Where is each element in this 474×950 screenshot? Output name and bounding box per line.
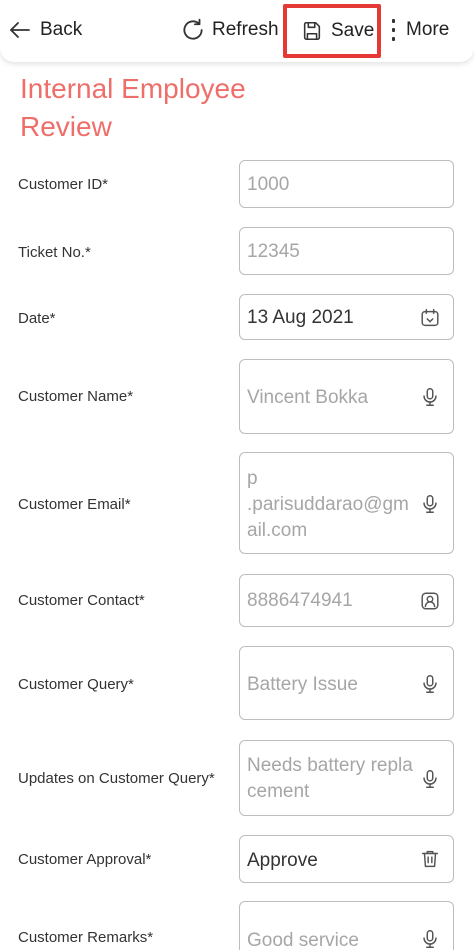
customer-query-value: Battery Issue (247, 674, 358, 695)
customer-remarks-value: Good service (247, 930, 359, 950)
customer-contact-field[interactable]: 8886474941 (239, 574, 454, 627)
date-value: 13 Aug 2021 (247, 307, 354, 328)
microphone-icon[interactable] (419, 493, 441, 515)
customer-id-value: 1000 (247, 174, 290, 195)
page-title: Internal Employee Review (20, 73, 246, 142)
microphone-icon[interactable] (419, 386, 441, 408)
customer-name-value: Vincent Bokka (247, 387, 369, 408)
date-label: Date* (18, 310, 56, 327)
back-label: Back (40, 19, 83, 40)
form-row-customer-contact: Customer Contact* 8886474941 (0, 574, 474, 627)
date-field[interactable]: 13 Aug 2021 (239, 294, 454, 340)
form-row-customer-name: Customer Name* Vincent Bokka (0, 359, 474, 434)
contact-icon[interactable] (419, 590, 441, 612)
customer-query-label: Customer Query* (18, 676, 134, 693)
form-row-customer-remarks: Customer Remarks* Good service (0, 901, 474, 950)
microphone-icon[interactable] (419, 928, 441, 950)
form-row-customer-email: Customer Email* p .parisuddarao@gmail.co… (0, 452, 474, 554)
ticket-no-field[interactable]: 12345 (239, 227, 454, 275)
trash-icon[interactable] (419, 848, 441, 870)
save-button[interactable]: Save (283, 4, 381, 58)
customer-contact-label: Customer Contact* (18, 592, 145, 609)
microphone-icon[interactable] (419, 673, 441, 695)
refresh-icon (183, 18, 203, 40)
back-button[interactable]: Back (8, 0, 82, 60)
more-button[interactable]: More (390, 0, 449, 60)
customer-email-label: Customer Email* (18, 496, 131, 513)
customer-remarks-field[interactable]: Good service (239, 901, 454, 950)
more-label: More (406, 19, 450, 40)
customer-id-field[interactable]: 1000 (239, 160, 454, 208)
customer-name-label: Customer Name* (18, 388, 134, 405)
microphone-icon[interactable] (419, 768, 441, 790)
customer-query-field[interactable]: Battery Issue (239, 646, 454, 720)
customer-email-field[interactable]: p .parisuddarao@gmail.com (239, 452, 454, 554)
updates-query-label: Updates on Customer Query* (18, 770, 215, 787)
save-icon (303, 21, 321, 41)
form-row-customer-query: Customer Query* Battery Issue (0, 646, 474, 720)
form-row-customer-approval: Customer Approval* Approve (0, 835, 474, 883)
form-row-customer-id: Customer ID* 1000 (0, 160, 474, 208)
arrow-left-icon (10, 22, 30, 38)
customer-id-label: Customer ID* (18, 176, 109, 193)
customer-remarks-label: Customer Remarks* (18, 929, 154, 946)
customer-approval-field[interactable]: Approve (239, 835, 454, 883)
top-toolbar: Back Refresh Save More (0, 0, 474, 62)
ticket-no-value: 12345 (247, 241, 300, 262)
customer-email-value: p .parisuddarao@gmail.com (247, 468, 409, 541)
calendar-icon[interactable] (419, 307, 441, 329)
updates-query-value: Needs battery replacement (247, 755, 413, 802)
customer-approval-value: Approve (247, 850, 318, 871)
updates-query-field[interactable]: Needs battery replacement (239, 740, 454, 816)
customer-contact-value: 8886474941 (247, 590, 353, 611)
save-label: Save (331, 20, 375, 41)
refresh-label: Refresh (212, 19, 279, 40)
form-row-date: Date* 13 Aug 2021 (0, 294, 474, 340)
customer-approval-label: Customer Approval* (18, 851, 152, 868)
customer-name-field[interactable]: Vincent Bokka (239, 359, 454, 434)
refresh-button[interactable]: Refresh (180, 0, 279, 60)
ticket-no-label: Ticket No.* (18, 244, 91, 261)
more-vertical-icon (392, 19, 395, 41)
form-row-updates-query: Updates on Customer Query* Needs battery… (0, 740, 474, 816)
form-row-ticket-no: Ticket No.* 12345 (0, 227, 474, 275)
